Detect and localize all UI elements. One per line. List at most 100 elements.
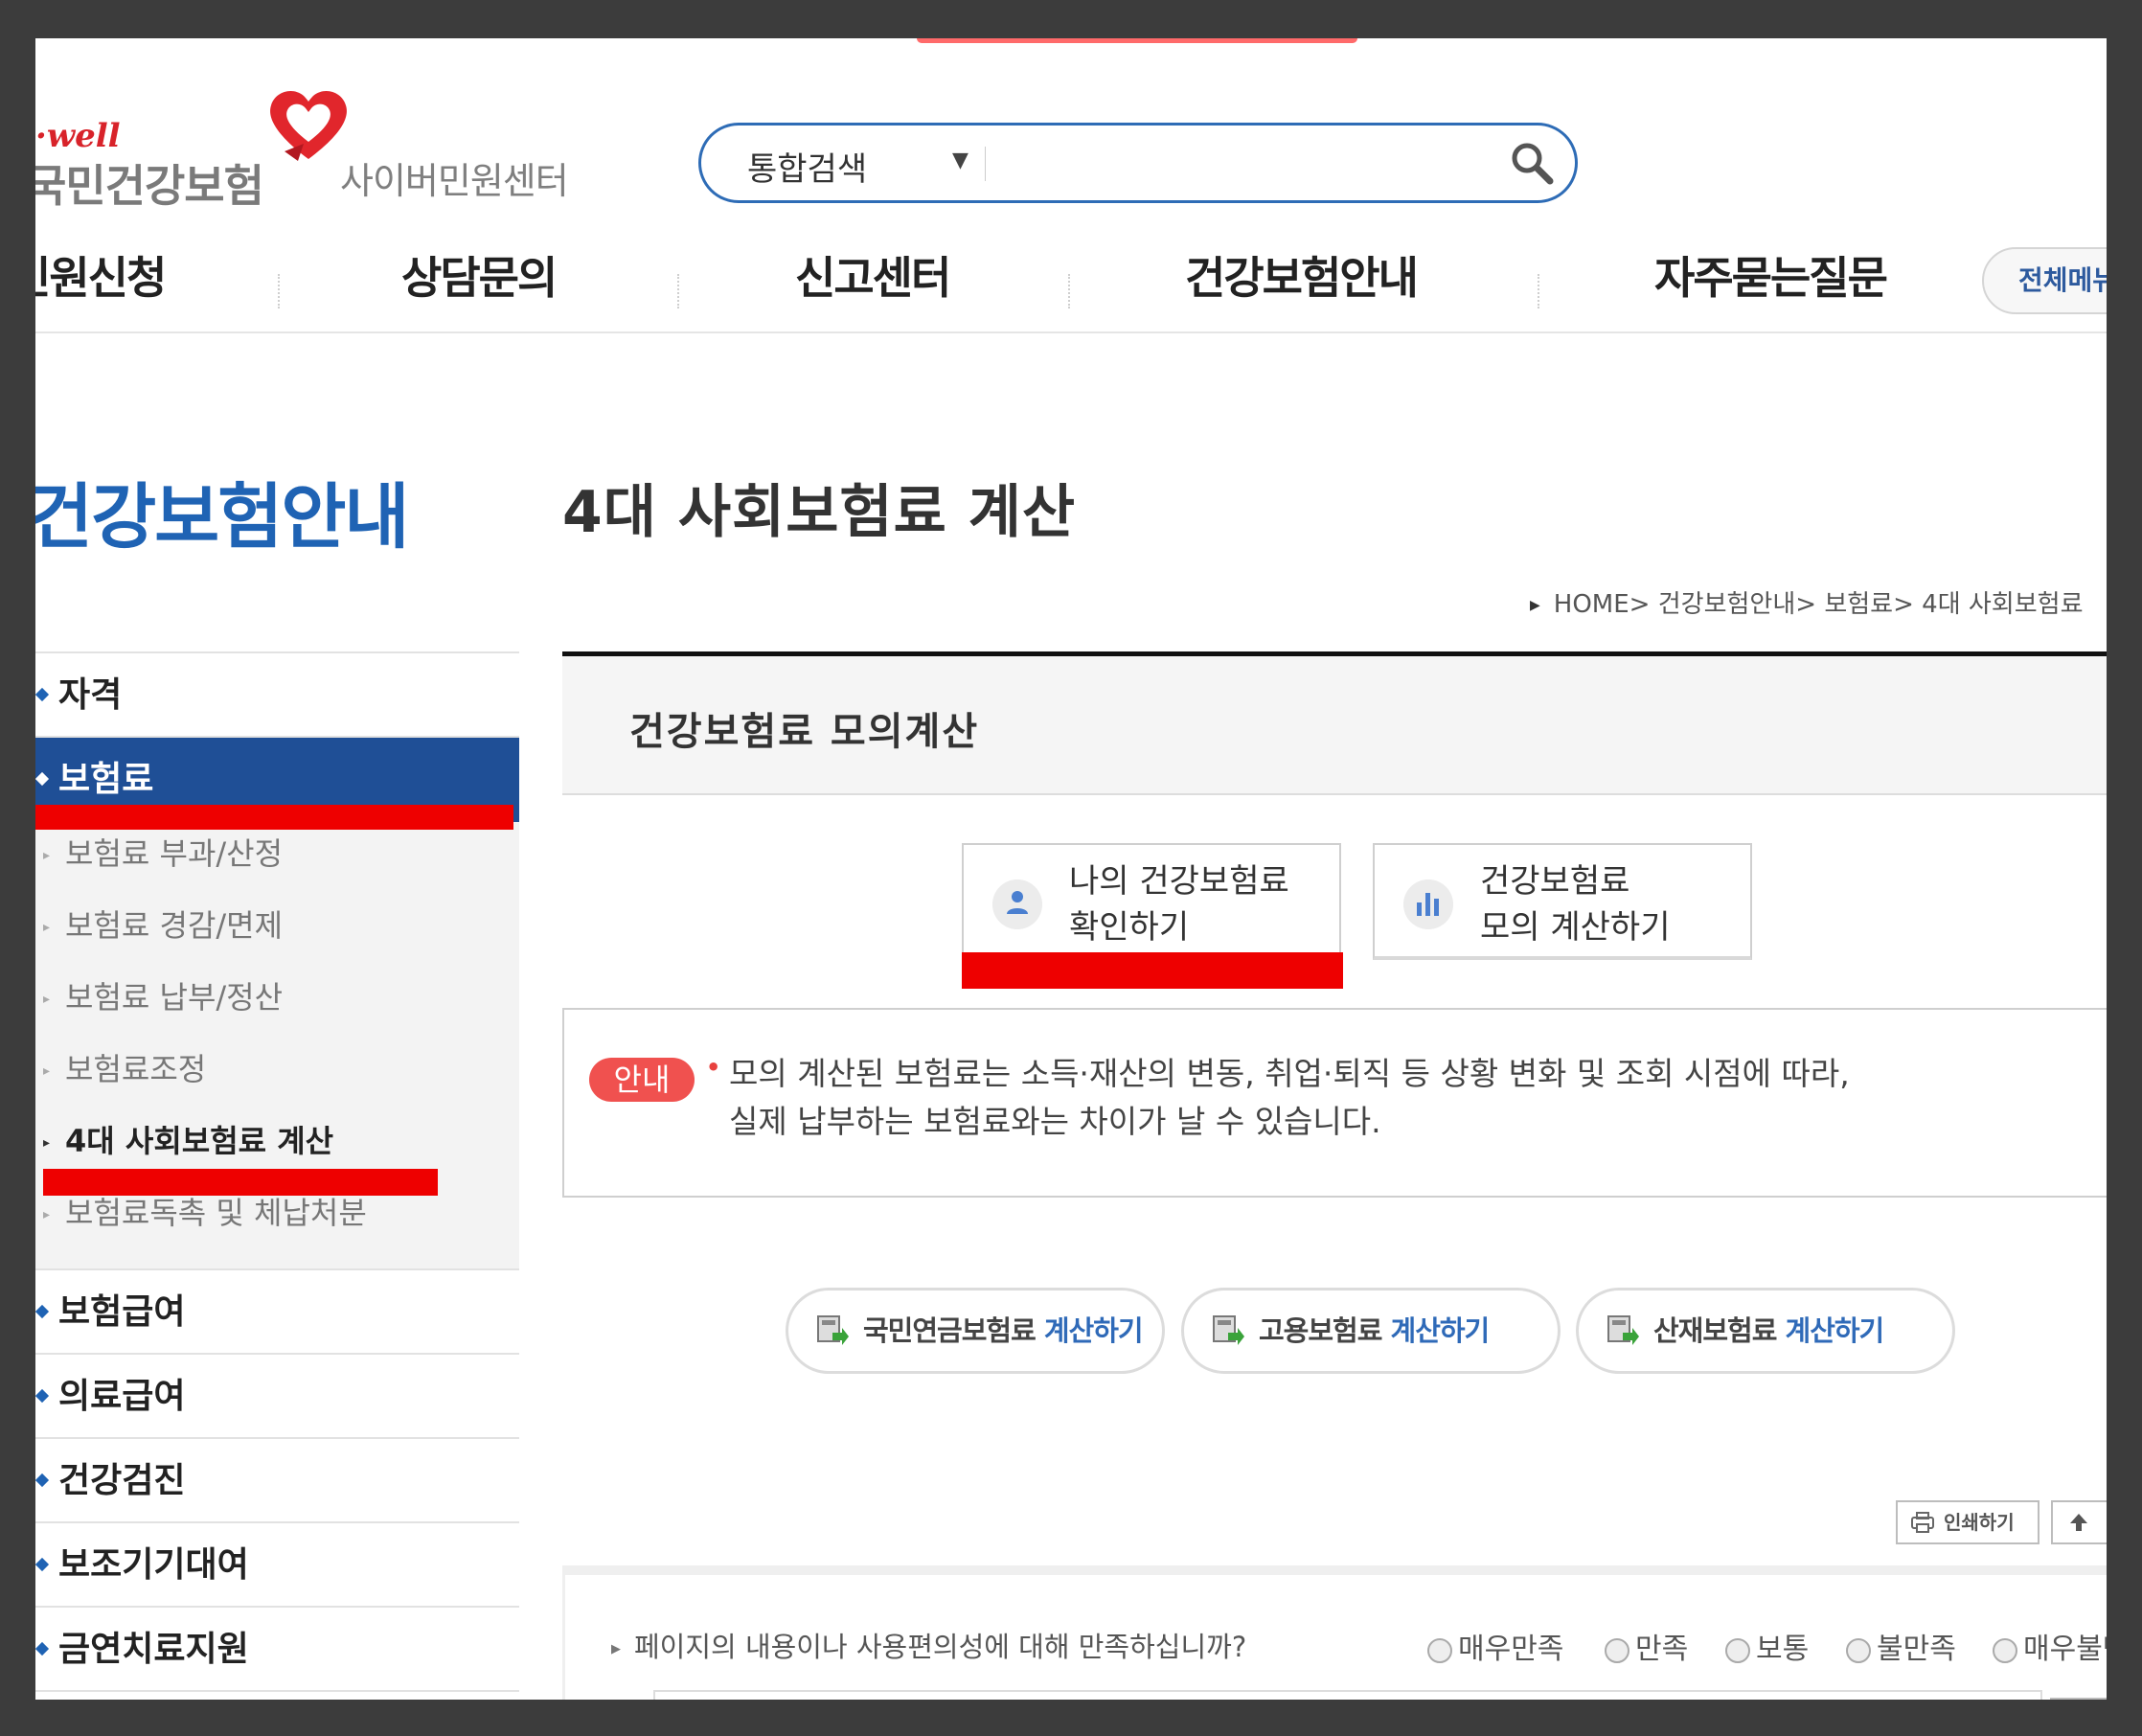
survey-option-unsatisfied[interactable]: 불만족 [1846, 1625, 1956, 1667]
chevron-down-icon[interactable]: ▼ [952, 148, 968, 172]
sidebar-subitem-label: 보험료독촉 및 체납처분 [65, 1195, 367, 1231]
sidebar-subitem-payment[interactable]: ▸ 보험료 납부/정산 [35, 973, 519, 1045]
triangle-bullet-icon: ▸ [43, 1207, 51, 1222]
all-menu-button[interactable]: 전체메뉴 [1982, 247, 2107, 314]
triangle-bullet-icon: ▸ [43, 1135, 51, 1151]
survey-option-very-unsatisfied[interactable]: 매우불만족 [1993, 1625, 2107, 1667]
survey-comment-field[interactable] [653, 1690, 2042, 1700]
radio-circle[interactable] [1427, 1637, 1452, 1663]
diamond-bullet-icon [35, 1557, 50, 1572]
radio-circle[interactable] [1605, 1637, 1629, 1663]
gnb-item-civil-request[interactable]: 민원신청 [35, 243, 167, 335]
sidebar-item-qualification[interactable]: 자격 [35, 653, 519, 738]
search-input[interactable] [994, 139, 1515, 189]
tab-label: 나의 건강보험료 확인하기 [1069, 858, 1289, 950]
search-divider [985, 147, 986, 181]
tab-label-line2: 모의 계산하기 [1480, 908, 1671, 947]
sidebar-item-label: 건강검진 [58, 1461, 186, 1500]
annotation-underline-my-premium [962, 952, 1343, 989]
satisfaction-survey: ▶ 페이지의 내용이나 사용편의성에 대해 만족하십니까? 매우만족 만족 보통 … [562, 1565, 2107, 1700]
diamond-bullet-icon [35, 1304, 50, 1319]
triangle-bullet-icon: ▶ [611, 1641, 621, 1656]
survey-question-text: 페이지의 내용이나 사용편의성에 대해 만족하십니까? [634, 1631, 1247, 1663]
survey-option-very-satisfied[interactable]: 매우만족 [1427, 1625, 1563, 1667]
sidebar-item-medical-aid[interactable]: 의료급여 [35, 1355, 519, 1439]
sidebar-submenu: ▸ 보험료 부과/산정 ▸ 보험료 경감/면제 ▸ 보험료 납부/정산 ▸ 보험료조정 … [35, 822, 519, 1270]
radio-circle[interactable] [1846, 1637, 1871, 1663]
sidebar-subitem-label: 보험료 납부/정산 [65, 979, 284, 1016]
calc-button-name: 국민연금보험료 [863, 1314, 1037, 1347]
premium-simulation-button[interactable]: 건강보험료 모의 계산하기 [1373, 843, 1752, 960]
radio-circle[interactable] [1725, 1637, 1750, 1663]
browser-viewport: ·well 국민건강보험 사이버민원센터 통합검색 ▼ 민원신청 상담문의 신고… [35, 38, 2107, 1700]
my-premium-check-button[interactable]: 나의 건강보험료 확인하기 [962, 843, 1341, 960]
survey-submit-button[interactable] [2050, 1698, 2107, 1700]
diamond-bullet-icon [35, 1473, 50, 1488]
sidebar-item-checkup[interactable]: 건강검진 [35, 1439, 519, 1523]
industrial-accident-calc-button[interactable]: 산재보험료 계산하기 [1576, 1288, 1955, 1374]
pension-calc-button[interactable]: 국민연금보험료 계산하기 [786, 1288, 1165, 1374]
breadcrumb-item[interactable]: 건강보험안내 [1658, 590, 1796, 619]
sidebar-subitem-label: 보험료 부과/산정 [65, 835, 284, 872]
survey-option-satisfied[interactable]: 만족 [1605, 1625, 1688, 1667]
employment-calc-button[interactable]: 고용보험료 계산하기 [1181, 1288, 1561, 1374]
search-bar: 통합검색 ▼ [698, 123, 1578, 203]
calculator-arrow-icon [817, 1315, 849, 1345]
printer-icon [1911, 1512, 1934, 1533]
survey-question: ▶ 페이지의 내용이나 사용편의성에 대해 만족하십니까? [611, 1625, 1246, 1665]
sidebar-item-smoking-cessation[interactable]: 금연치료지원 [35, 1608, 519, 1692]
gnb-item-report-center[interactable]: 신고센터 [795, 243, 951, 335]
logo-well-word: well [46, 117, 121, 155]
sidebar-subitem-arrears[interactable]: ▸ 보험료독촉 및 체납처분 [35, 1189, 519, 1261]
sidebar-item-benefits[interactable]: 보험급여 [35, 1270, 519, 1355]
survey-option-neutral[interactable]: 보통 [1725, 1625, 1809, 1667]
page-title: 4대 사회보험료 계산 [562, 479, 1077, 546]
radio-label: 매우만족 [1458, 1633, 1564, 1666]
calc-button-name: 산재보험료 [1653, 1314, 1777, 1347]
notice-bullet: • [706, 1054, 721, 1081]
breadcrumb-item[interactable]: 보험료 [1824, 590, 1893, 619]
gnb-divider [677, 274, 679, 308]
triangle-bullet-icon: ▸ [43, 1063, 51, 1079]
breadcrumb-home[interactable]: HOME [1554, 590, 1629, 619]
section-header: 건강보험료 모의계산 [562, 651, 2107, 795]
notice-text: 모의 계산된 보험료는 소득·재산의 변동, 취업·퇴직 등 상황 변화 및 조… [729, 1050, 1850, 1146]
logo-org-name[interactable]: 국민건강보험 [35, 151, 264, 215]
sidebar-subitem-label: 4대 사회보험료 계산 [65, 1123, 334, 1159]
annotation-underline-4-insurance-calc [43, 1169, 438, 1196]
breadcrumb-separator: > [1795, 590, 1817, 619]
sidebar-title: 건강보험안내 [35, 476, 409, 559]
sidebar-item-label: 보험료 [58, 760, 154, 799]
diamond-bullet-icon [35, 687, 50, 702]
print-button[interactable]: 인쇄하기 [1896, 1500, 2039, 1544]
diamond-bullet-icon [35, 771, 50, 787]
calc-button-action: 계산하기 [1390, 1314, 1491, 1347]
triangle-bullet-icon: ▸ [43, 920, 51, 935]
search-icon[interactable] [1506, 137, 1560, 191]
sidebar-item-assistive-devices[interactable]: 보조기기대여 [35, 1523, 519, 1608]
breadcrumb-separator: > [1629, 590, 1651, 619]
arrow-up-icon [2070, 1514, 2087, 1531]
gnb-item-consultation[interactable]: 상담문의 [401, 243, 558, 335]
global-navigation: 민원신청 상담문의 신고센터 건강보험안내 자주묻는질문 [35, 243, 2107, 335]
tab-label: 건강보험료 모의 계산하기 [1480, 858, 1671, 950]
notice-line1: 모의 계산된 보험료는 소득·재산의 변동, 취업·퇴직 등 상황 변화 및 조… [729, 1055, 1850, 1092]
sidebar-subitem-adjustment[interactable]: ▸ 보험료조정 [35, 1045, 519, 1117]
radio-circle[interactable] [1993, 1637, 2017, 1663]
sidebar-subitem-imposition[interactable]: ▸ 보험료 부과/산정 [35, 830, 519, 902]
triangle-bullet-icon: ▸ [43, 848, 51, 863]
logo-well-text[interactable]: ·well [35, 117, 121, 155]
notice-box: 안내 • 모의 계산된 보험료는 소득·재산의 변동, 취업·퇴직 등 상황 변… [562, 1008, 2107, 1198]
gnb-divider [1068, 274, 1070, 308]
sidebar-subitem-reduction[interactable]: ▸ 보험료 경감/면제 [35, 902, 519, 973]
header-divider [35, 331, 2107, 333]
sidebar-item-label: 금연치료지원 [58, 1630, 249, 1669]
radio-label: 보통 [1756, 1633, 1810, 1666]
gnb-item-insurance-guide[interactable]: 건강보험안내 [1185, 243, 1419, 335]
annotation-underline-premium [35, 805, 513, 830]
gnb-item-faq[interactable]: 자주묻는질문 [1654, 243, 1888, 335]
calc-button-name: 고용보험료 [1259, 1314, 1382, 1347]
search-scope-select[interactable]: 통합검색 [747, 143, 867, 190]
bar-chart-icon [1403, 879, 1453, 929]
scroll-top-button[interactable] [2051, 1500, 2107, 1544]
